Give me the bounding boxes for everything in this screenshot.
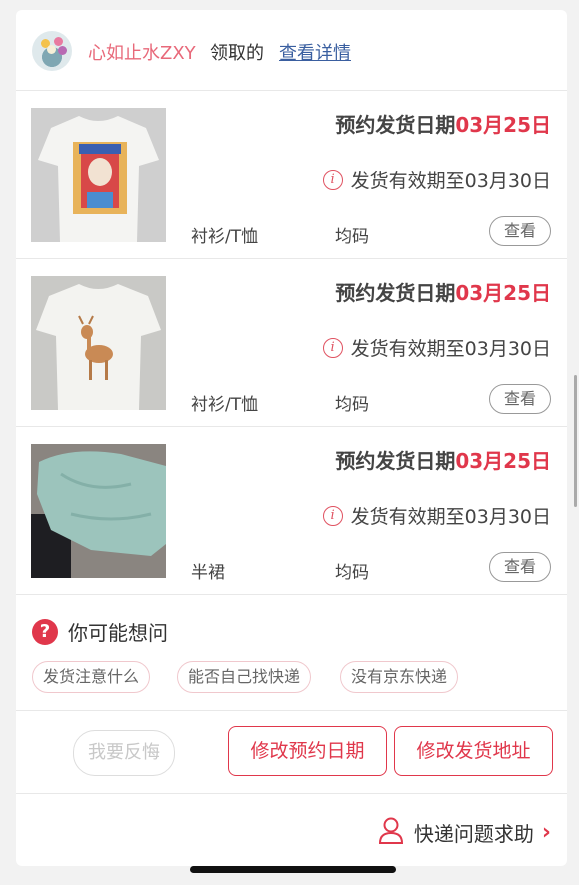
change-address-button[interactable]: 修改发货地址 [394, 726, 553, 776]
view-button[interactable]: 查看 [489, 552, 551, 582]
ship-date-value: 03月25日 [455, 449, 551, 473]
ship-validity: i 发货有效期至03月30日 [322, 166, 551, 193]
validity-text: 发货有效期至03月30日 [350, 506, 551, 528]
ship-date-label: 预约发货日期 [335, 449, 456, 473]
list-item: 预约发货日期03月25日 i 发货有效期至03月30日 衬衫/T恤 均码 查看 [16, 91, 567, 258]
item-photo-tshirt-deer[interactable] [31, 276, 166, 410]
divider [16, 793, 567, 794]
person-icon [378, 816, 404, 848]
faq-title: 你可能想问 [68, 621, 168, 645]
divider [16, 594, 567, 595]
ship-date: 预约发货日期03月25日 [335, 109, 551, 138]
faq-chip-ship-notes[interactable]: 发货注意什么 [32, 661, 151, 693]
faq-chip-no-jd-courier[interactable]: 没有京东快递 [340, 661, 459, 693]
claim-text: 领取的 [210, 43, 264, 64]
ship-validity: i 发货有效期至03月30日 [322, 334, 551, 361]
item-size: 均码 [335, 395, 369, 415]
item-category: 衬衫/T恤 [191, 395, 259, 415]
view-button[interactable]: 查看 [489, 384, 551, 414]
change-date-button[interactable]: 修改预约日期 [228, 726, 387, 776]
avatar[interactable] [32, 31, 72, 71]
home-indicator[interactable] [190, 866, 396, 873]
item-size: 均码 [335, 227, 369, 247]
info-icon: i [322, 337, 343, 358]
order-card: 心如止水ZXY 领取的 查看详情 预约发货日期03月25日 i 发货有效期至03… [16, 10, 567, 866]
scrollbar[interactable] [574, 375, 577, 507]
item-photo-skirt[interactable] [31, 444, 166, 578]
item-photo-tshirt-print[interactable] [31, 108, 166, 242]
ship-date: 预约发货日期03月25日 [335, 277, 551, 306]
list-item: 预约发货日期03月25日 i 发货有效期至03月30日 衬衫/T恤 均码 查看 [16, 259, 567, 426]
info-icon: i [322, 169, 343, 190]
ship-date: 预约发货日期03月25日 [335, 445, 551, 474]
ship-date-value: 03月25日 [455, 281, 551, 305]
claim-header: 心如止水ZXY 领取的 查看详情 [16, 10, 567, 90]
validity-text: 发货有效期至03月30日 [350, 338, 551, 360]
list-item: 预约发货日期03月25日 i 发货有效期至03月30日 半裙 均码 查看 [16, 427, 567, 594]
view-button[interactable]: 查看 [489, 216, 551, 246]
chevron-right-icon: › [541, 819, 551, 845]
courier-help-link[interactable]: 快递问题求助 › [378, 816, 551, 848]
user-name[interactable]: 心如止水ZXY [88, 39, 196, 65]
ship-validity: i 发货有效期至03月30日 [322, 502, 551, 529]
faq-section-title: ? 你可能想问 [32, 617, 168, 646]
ship-date-label: 预约发货日期 [335, 113, 456, 137]
item-category: 衬衫/T恤 [191, 227, 259, 247]
validity-text: 发货有效期至03月30日 [350, 170, 551, 192]
question-icon: ? [32, 618, 58, 645]
ship-date-value: 03月25日 [455, 113, 551, 137]
faq-chip-own-courier[interactable]: 能否自己找快递 [177, 661, 312, 693]
view-details-link[interactable]: 查看详情 [279, 39, 351, 65]
courier-help-label: 快递问题求助 [413, 821, 534, 846]
info-icon: i [322, 505, 343, 526]
divider [16, 710, 567, 711]
ship-date-label: 预约发货日期 [335, 281, 456, 305]
item-size: 均码 [335, 563, 369, 583]
item-category: 半裙 [191, 563, 225, 583]
regret-button[interactable]: 我要反悔 [73, 730, 175, 776]
